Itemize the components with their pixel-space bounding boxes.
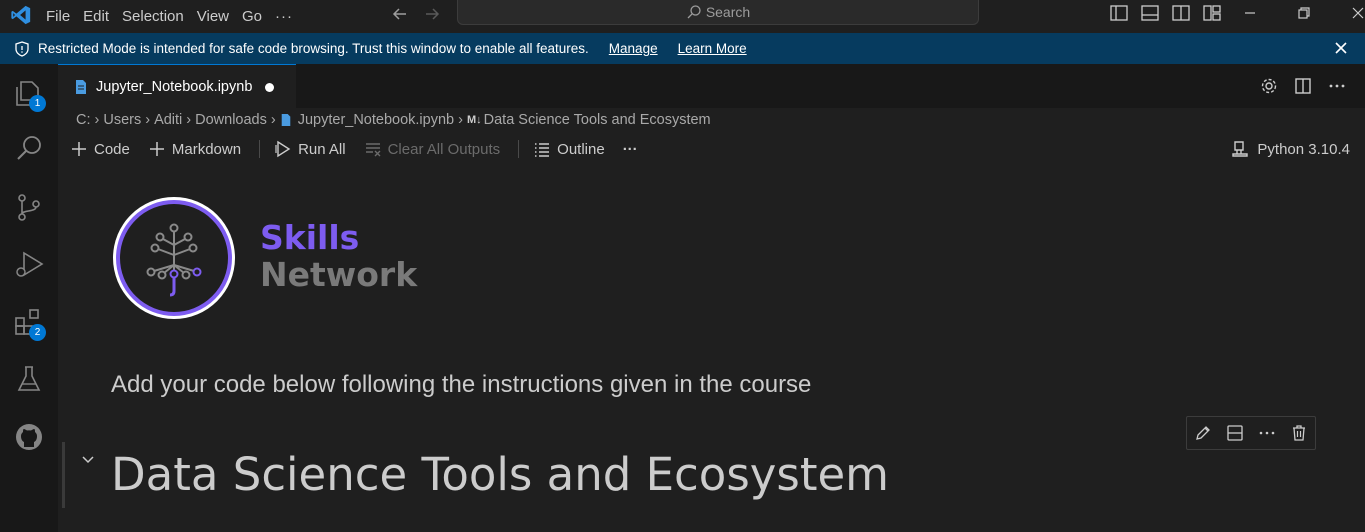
testing-flask-icon[interactable] bbox=[12, 362, 46, 396]
toggle-secondary-sidebar-icon[interactable] bbox=[1170, 3, 1192, 23]
more-actions-icon[interactable] bbox=[1327, 76, 1347, 96]
title-bar: File Edit Selection View Go ··· Search bbox=[0, 0, 1365, 33]
notebook-toolbar: Code Markdown Run All Clear All Outputs … bbox=[70, 137, 656, 161]
breadcrumb-downloads[interactable]: Downloads bbox=[195, 112, 267, 128]
run-and-debug-icon[interactable] bbox=[12, 247, 46, 281]
delete-trash-icon[interactable] bbox=[1290, 424, 1308, 442]
toolbar-divider bbox=[259, 140, 261, 158]
search-view-icon[interactable] bbox=[12, 132, 46, 166]
source-control-icon[interactable] bbox=[12, 190, 46, 224]
github-icon[interactable] bbox=[12, 420, 46, 454]
breadcrumb-file[interactable]: Jupyter_Notebook.ipynb bbox=[298, 112, 454, 128]
close-window-icon[interactable] bbox=[1348, 3, 1365, 23]
outline-button[interactable]: Outline bbox=[533, 140, 605, 158]
menu-bar: File Edit Selection View Go ··· bbox=[40, 0, 300, 33]
toolbar-divider bbox=[518, 140, 520, 158]
chevron-right-icon: › bbox=[270, 112, 276, 128]
notebook-file-icon bbox=[74, 79, 88, 95]
menu-go[interactable]: Go bbox=[236, 8, 268, 25]
customize-layout-icon[interactable] bbox=[1201, 3, 1223, 23]
skills-logo-text: Skills bbox=[260, 218, 360, 257]
menu-more[interactable]: ··· bbox=[269, 8, 299, 25]
menu-file[interactable]: File bbox=[40, 8, 76, 25]
chevron-right-icon: › bbox=[186, 112, 192, 128]
shield-icon bbox=[14, 40, 30, 57]
tab-jupyter-notebook[interactable]: Jupyter_Notebook.ipynb bbox=[58, 64, 296, 109]
back-arrow-icon[interactable] bbox=[390, 4, 410, 24]
network-logo-text: Network bbox=[260, 255, 418, 294]
split-cell-icon[interactable] bbox=[1226, 424, 1244, 442]
menu-selection[interactable]: Selection bbox=[116, 8, 190, 25]
breadcrumb-section[interactable]: Data Science Tools and Ecosystem bbox=[484, 112, 711, 128]
forward-arrow-icon[interactable] bbox=[422, 4, 442, 24]
breadcrumb-drive[interactable]: C: bbox=[76, 112, 91, 128]
restore-icon[interactable] bbox=[1294, 3, 1314, 23]
editor-tab-bar: Jupyter_Notebook.ipynb bbox=[58, 64, 1365, 109]
banner-text: Restricted Mode is intended for safe cod… bbox=[38, 41, 589, 56]
restricted-mode-banner: Restricted Mode is intended for safe cod… bbox=[0, 33, 1365, 64]
settings-gear-icon[interactable] bbox=[1259, 76, 1279, 96]
manage-link[interactable]: Manage bbox=[609, 41, 658, 56]
chevron-right-icon: › bbox=[145, 112, 151, 128]
learn-more-link[interactable]: Learn More bbox=[678, 41, 747, 56]
clear-all-outputs-button[interactable]: Clear All Outputs bbox=[364, 140, 500, 158]
tab-label: Jupyter_Notebook.ipynb bbox=[96, 79, 253, 95]
add-markdown-cell-button[interactable]: Markdown bbox=[148, 140, 241, 158]
cell-more-icon[interactable] bbox=[1258, 424, 1276, 442]
explorer-badge: 1 bbox=[29, 95, 46, 112]
markdown-heading: Data Science Tools and Ecosystem bbox=[111, 448, 890, 501]
activity-bar: 1 2 bbox=[0, 64, 58, 532]
extensions-badge: 2 bbox=[29, 324, 46, 341]
unsaved-dot-icon[interactable] bbox=[265, 82, 275, 92]
instructions-text: Add your code below following the instru… bbox=[111, 371, 812, 398]
search-icon bbox=[686, 4, 706, 20]
minimize-icon[interactable] bbox=[1240, 3, 1260, 23]
breadcrumb-users[interactable]: Users bbox=[103, 112, 141, 128]
kernel-picker[interactable]: Python 3.10.4 bbox=[1231, 137, 1350, 161]
cell-toolbar bbox=[1186, 416, 1316, 450]
notebook-file-icon bbox=[280, 113, 292, 127]
chevron-down-icon[interactable] bbox=[80, 452, 96, 468]
edit-pencil-icon[interactable] bbox=[1194, 424, 1212, 442]
menu-edit[interactable]: Edit bbox=[77, 8, 115, 25]
run-all-button[interactable]: Run All bbox=[274, 140, 346, 158]
chevron-right-icon: › bbox=[94, 112, 100, 128]
close-banner-icon[interactable] bbox=[1333, 40, 1349, 56]
toolbar-more-button[interactable]: ··· bbox=[623, 141, 638, 158]
toggle-primary-sidebar-icon[interactable] bbox=[1108, 3, 1130, 23]
kernel-label: Python 3.10.4 bbox=[1257, 140, 1350, 158]
command-center-search[interactable]: Search bbox=[457, 0, 979, 25]
menu-view[interactable]: View bbox=[191, 8, 235, 25]
search-placeholder: Search bbox=[705, 4, 751, 20]
chevron-right-icon: › bbox=[458, 112, 463, 128]
skills-network-logo-icon bbox=[110, 195, 238, 323]
breadcrumb: C: › Users › Aditi › Downloads › Jupyter… bbox=[76, 110, 711, 130]
breadcrumb-user[interactable]: Aditi bbox=[154, 112, 182, 128]
split-editor-icon[interactable] bbox=[1293, 76, 1313, 96]
vscode-logo-icon bbox=[10, 4, 32, 26]
markdown-icon: M↓ bbox=[466, 114, 482, 126]
toggle-panel-icon[interactable] bbox=[1139, 3, 1161, 23]
add-code-cell-button[interactable]: Code bbox=[70, 140, 130, 158]
cell-focus-indicator bbox=[62, 442, 65, 508]
